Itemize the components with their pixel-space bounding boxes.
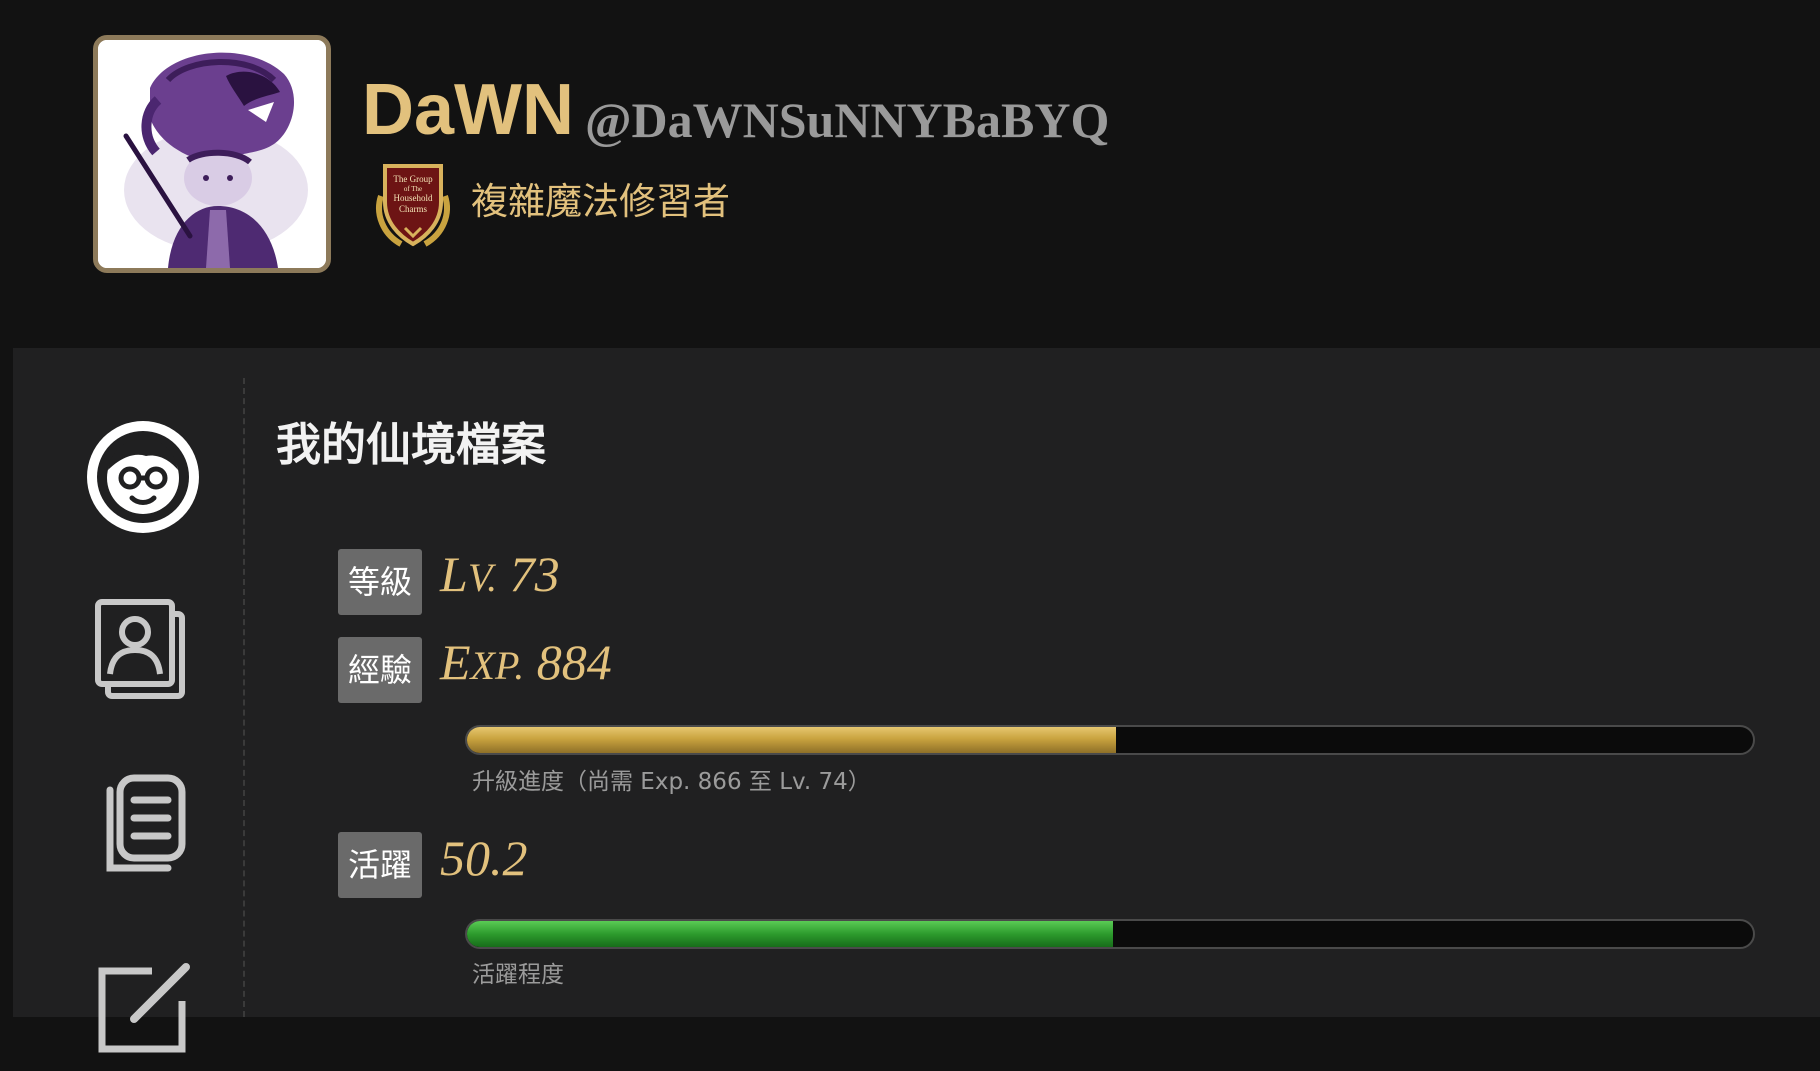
user-handle: @DaWNSuNNYBaBYQ <box>585 92 1110 148</box>
section-title: 我的仙境檔案 <box>276 418 547 471</box>
level-prefix: L <box>440 546 468 602</box>
badge-text-line: Household <box>394 193 433 203</box>
activity-progress-fill <box>467 921 1113 947</box>
exp-value: EXP. 884 <box>440 626 612 698</box>
level-label: 等級 <box>338 549 422 615</box>
badge-text-line: Charms <box>399 204 427 214</box>
sidebar-divider <box>243 378 245 1017</box>
activity-value: 50.2 <box>440 830 528 886</box>
level-prefix-small: V. <box>467 555 498 600</box>
exp-progress-fill <box>467 727 1117 753</box>
avatar[interactable] <box>93 35 331 273</box>
exp-prefix: E <box>440 634 471 690</box>
document-icon[interactable] <box>82 764 204 886</box>
display-name: DaWN <box>362 70 574 150</box>
wizard-lion-hat-avatar-image <box>98 40 326 268</box>
badge-text-line: The Group <box>393 174 433 184</box>
household-charms-crest-icon: The Group of The Household Charms <box>371 156 455 252</box>
profile-header: DaWN @DaWNSuNNYBaBYQ The Group of The Ho… <box>0 0 1820 348</box>
activity-progress-caption: 活躍程度 <box>472 962 564 988</box>
profile-cards-icon[interactable] <box>82 588 204 710</box>
activity-progress-bar <box>465 919 1755 949</box>
exp-progress-caption: 升級進度（尚需 Exp. 866 至 Lv. 74） <box>472 769 871 795</box>
exp-progress-bar <box>465 725 1755 755</box>
activity-label: 活躍 <box>338 832 422 898</box>
badge-text-line: of The <box>404 185 422 193</box>
edit-icon[interactable] <box>82 945 204 1067</box>
exp-prefix-small: XP. <box>470 643 525 688</box>
profile-face-icon[interactable] <box>82 416 204 538</box>
exp-number: 884 <box>536 634 612 690</box>
level-value: LV. 73 <box>440 538 560 610</box>
rank-title: 複雜魔法修習者 <box>471 180 730 223</box>
exp-label: 經驗 <box>338 637 422 703</box>
level-number: 73 <box>509 546 560 602</box>
